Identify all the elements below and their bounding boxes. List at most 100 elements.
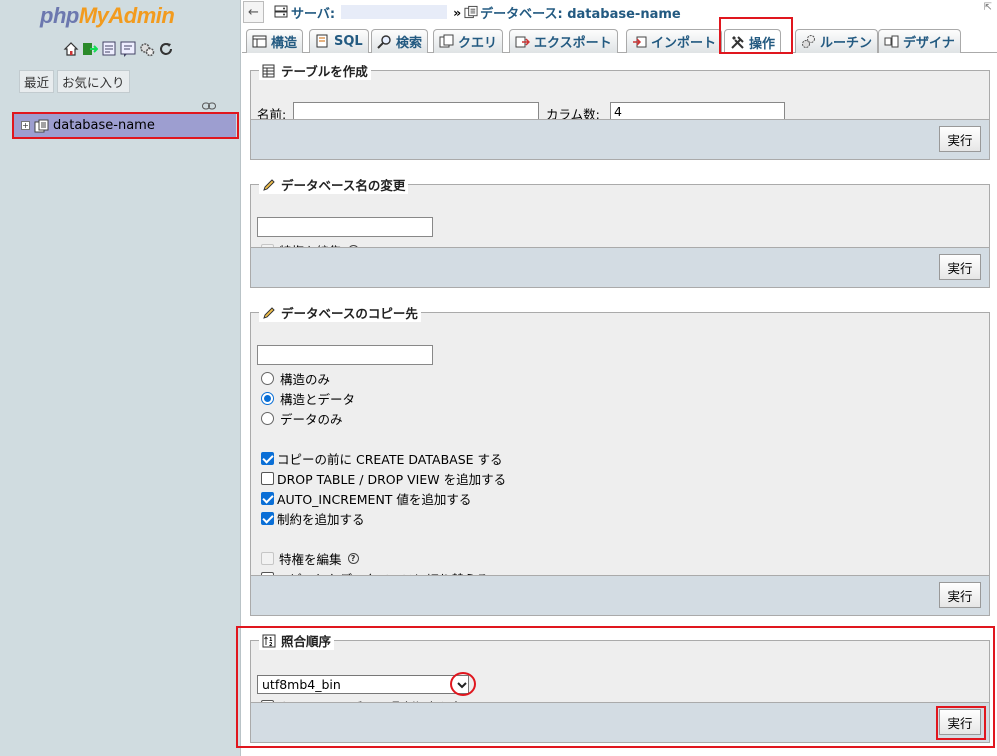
nav-icon-bar xyxy=(63,41,174,57)
help-icon[interactable]: ? xyxy=(347,553,359,564)
option-create-database[interactable]: コピーの前に CREATE DATABASE する xyxy=(261,449,503,468)
rename-db-legend: データベース名の変更 xyxy=(259,175,409,194)
tab-label: クエリ xyxy=(458,36,498,51)
create-table-footer: 実行 xyxy=(251,119,989,159)
copy-adjust-privileges-checkbox[interactable] xyxy=(261,552,274,565)
checkbox-drop-table[interactable] xyxy=(261,472,274,485)
highlight-box-db xyxy=(12,112,239,139)
radio-structure-data[interactable] xyxy=(261,392,274,405)
tab-structure[interactable]: 構造 xyxy=(246,29,304,53)
structure-icon xyxy=(252,34,267,49)
import-icon xyxy=(632,34,647,49)
create-table-legend: テーブルを作成 xyxy=(259,61,371,80)
link-collapse-icon[interactable] xyxy=(202,98,216,110)
option-add-constraints[interactable]: 制約を追加する xyxy=(261,509,365,528)
nav-tab-recent[interactable]: 最近 xyxy=(19,70,55,93)
breadcrumb-server[interactable]: サーバ: xyxy=(274,3,335,22)
highlight-box-operations-tab xyxy=(719,17,793,54)
server-name-redacted xyxy=(341,5,448,19)
radio-data-only[interactable] xyxy=(261,412,274,425)
breadcrumb: ← サーバ: » データベース: database-name ⇱ xyxy=(242,0,997,24)
tab-label: インポート xyxy=(651,36,717,51)
breadcrumb-separator: » xyxy=(453,4,462,20)
table-add-icon xyxy=(262,64,276,78)
rename-db-title: データベース名の変更 xyxy=(281,178,406,193)
routines-icon xyxy=(801,34,816,49)
copy-db-legend: データベースのコピー先 xyxy=(259,303,421,322)
highlight-box-collation xyxy=(236,626,995,748)
designer-icon xyxy=(884,34,899,49)
copy-db-title: データベースのコピー先 xyxy=(281,306,418,321)
rename-db-go-button[interactable]: 実行 xyxy=(939,254,981,280)
copy-db-fieldset: データベースのコピー先 構造のみ 構造とデータ データのみ コピーの前に CRE… xyxy=(250,303,990,616)
checkbox-add-constraints[interactable] xyxy=(261,512,274,525)
copy-db-go-button[interactable]: 実行 xyxy=(939,582,981,608)
tab-label: デザイナ xyxy=(903,36,955,51)
tab-designer[interactable]: デザイナ xyxy=(878,29,961,53)
main-content: テーブルを作成 名前: カラム数: 4 実行 データベース名の変更 特権を編集 … xyxy=(236,54,997,756)
checkbox-create-database[interactable] xyxy=(261,452,274,465)
checkbox-label: DROP TABLE / DROP VIEW を追加する xyxy=(277,472,507,487)
create-table-go-button[interactable]: 実行 xyxy=(939,126,981,152)
back-button[interactable]: ← xyxy=(243,1,264,23)
settings-icon[interactable] xyxy=(139,41,155,57)
maximize-icon[interactable]: ⇱ xyxy=(984,2,992,13)
tab-search[interactable]: 検索 xyxy=(371,29,429,53)
tab-label: エクスポート xyxy=(534,36,612,51)
rename-db-footer: 実行 xyxy=(251,247,989,287)
tab-bar: 構造 SQL 検索 クエリ エクスポート インポート 操作 ルーチン デザイナ xyxy=(242,26,997,54)
sql-icon xyxy=(315,34,330,49)
navigation-panel: phpMyAdmin 最近 お気に入り + database-name xyxy=(0,0,241,756)
logout-icon[interactable] xyxy=(82,41,99,57)
option-auto-increment[interactable]: AUTO_INCREMENT 値を追加する xyxy=(261,489,471,508)
radio-label: 構造とデータ xyxy=(280,392,356,407)
phpmyadmin-logo[interactable]: phpMyAdmin xyxy=(40,3,175,29)
breadcrumb-server-label: サーバ: xyxy=(291,6,336,22)
pencil-icon xyxy=(262,306,276,320)
checkbox-label: 制約を追加する xyxy=(277,512,365,527)
copy-db-input[interactable] xyxy=(257,345,433,365)
copy-mode-structure-only[interactable]: 構造のみ xyxy=(261,369,330,388)
tab-query[interactable]: クエリ xyxy=(433,29,504,53)
search-icon xyxy=(377,34,392,49)
option-drop-table[interactable]: DROP TABLE / DROP VIEW を追加する xyxy=(261,469,506,488)
create-table-title: テーブルを作成 xyxy=(281,64,368,79)
copy-adjust-privileges-label: 特権を編集 xyxy=(279,552,342,567)
logo-text-myadmin: MyAdmin xyxy=(78,3,175,28)
rename-db-fieldset: データベース名の変更 特権を編集 ? 実行 xyxy=(250,175,990,288)
docs-icon[interactable] xyxy=(101,41,117,57)
highlight-box-collation-go xyxy=(936,706,986,740)
tab-routines[interactable]: ルーチン xyxy=(795,29,879,53)
tab-sql[interactable]: SQL xyxy=(309,29,369,53)
home-icon[interactable] xyxy=(63,41,79,57)
checkbox-auto-increment[interactable] xyxy=(261,492,274,505)
radio-label: データのみ xyxy=(280,412,343,427)
tab-label: SQL xyxy=(334,34,363,49)
copy-db-footer: 実行 xyxy=(251,575,989,615)
sql-docs-icon[interactable] xyxy=(120,41,136,57)
breadcrumb-database[interactable]: データベース: database-name xyxy=(464,3,681,22)
rename-db-input[interactable] xyxy=(257,217,433,237)
server-icon xyxy=(274,5,288,19)
tab-export[interactable]: エクスポート xyxy=(509,29,618,53)
copy-mode-data-only[interactable]: データのみ xyxy=(261,409,343,428)
checkbox-label: コピーの前に CREATE DATABASE する xyxy=(277,452,503,467)
pencil-icon xyxy=(262,178,276,192)
checkbox-label: AUTO_INCREMENT 値を追加する xyxy=(277,492,472,507)
database-icon xyxy=(464,5,478,19)
nav-tabs: 最近 お気に入り xyxy=(19,70,130,93)
radio-structure-only[interactable] xyxy=(261,372,274,385)
tab-label: ルーチン xyxy=(820,36,873,51)
breadcrumb-database-label: データベース: database-name xyxy=(480,6,681,22)
query-icon xyxy=(439,34,454,49)
nav-tab-favorites[interactable]: お気に入り xyxy=(57,70,130,93)
copy-mode-structure-data[interactable]: 構造とデータ xyxy=(261,389,355,408)
tab-label: 構造 xyxy=(271,36,298,51)
radio-label: 構造のみ xyxy=(280,372,331,387)
tab-import[interactable]: インポート xyxy=(626,29,723,53)
copy-adjust-privileges-row[interactable]: 特権を編集 ? xyxy=(261,549,359,568)
logo-text-php: php xyxy=(40,3,79,28)
reload-icon[interactable] xyxy=(158,41,174,57)
export-icon xyxy=(515,34,531,49)
create-table-fieldset: テーブルを作成 名前: カラム数: 4 実行 xyxy=(250,61,990,160)
